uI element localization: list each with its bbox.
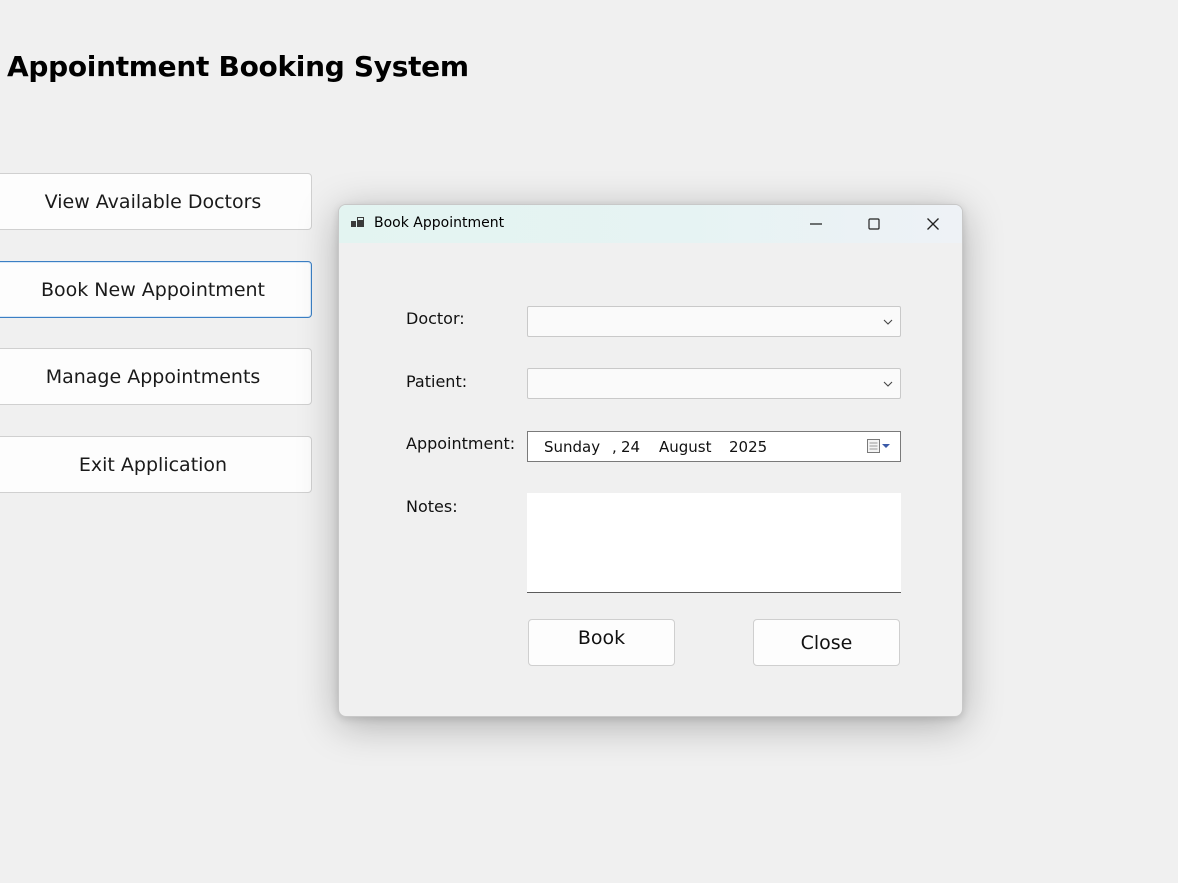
- view-available-doctors-button[interactable]: View Available Doctors: [0, 173, 312, 230]
- manage-appointments-button[interactable]: Manage Appointments: [0, 348, 312, 405]
- app-title: Appointment Booking System: [7, 50, 469, 83]
- book-button[interactable]: Book: [528, 619, 675, 666]
- doctor-label: Doctor:: [406, 309, 465, 328]
- maximize-icon: [868, 218, 880, 230]
- date-month: August: [659, 438, 712, 456]
- form-app-icon: [351, 217, 364, 227]
- calendar-dropdown-icon[interactable]: [866, 438, 894, 455]
- appointment-label: Appointment:: [406, 434, 516, 453]
- date-separator: ,: [612, 438, 617, 456]
- date-year: 2025: [729, 438, 768, 456]
- appointment-date-picker[interactable]: Sunday , 24 August 2025: [527, 431, 901, 462]
- chevron-down-icon: [883, 319, 893, 325]
- maximize-button[interactable]: [845, 205, 903, 243]
- book-appointment-dialog: Book Appointment Doctor: Patient: Appoin…: [338, 204, 963, 717]
- close-button[interactable]: Close: [753, 619, 900, 666]
- dialog-title: Book Appointment: [374, 215, 505, 231]
- book-new-appointment-button[interactable]: Book New Appointment: [0, 261, 312, 318]
- chevron-down-icon: [883, 381, 893, 387]
- minimize-button[interactable]: [787, 205, 845, 243]
- exit-application-button[interactable]: Exit Application: [0, 436, 312, 493]
- notes-label: Notes:: [406, 497, 458, 516]
- minimize-icon: [810, 223, 822, 225]
- date-weekday: Sunday: [544, 438, 601, 456]
- close-icon: [927, 218, 939, 230]
- patient-select[interactable]: [527, 368, 901, 399]
- close-window-button[interactable]: [904, 205, 962, 243]
- dialog-titlebar[interactable]: Book Appointment: [339, 205, 962, 243]
- patient-label: Patient:: [406, 372, 468, 391]
- date-day: 24: [621, 438, 641, 456]
- doctor-select[interactable]: [527, 306, 901, 337]
- notes-textarea[interactable]: [527, 493, 901, 593]
- main-window: Appointment Booking System View Availabl…: [0, 0, 1178, 883]
